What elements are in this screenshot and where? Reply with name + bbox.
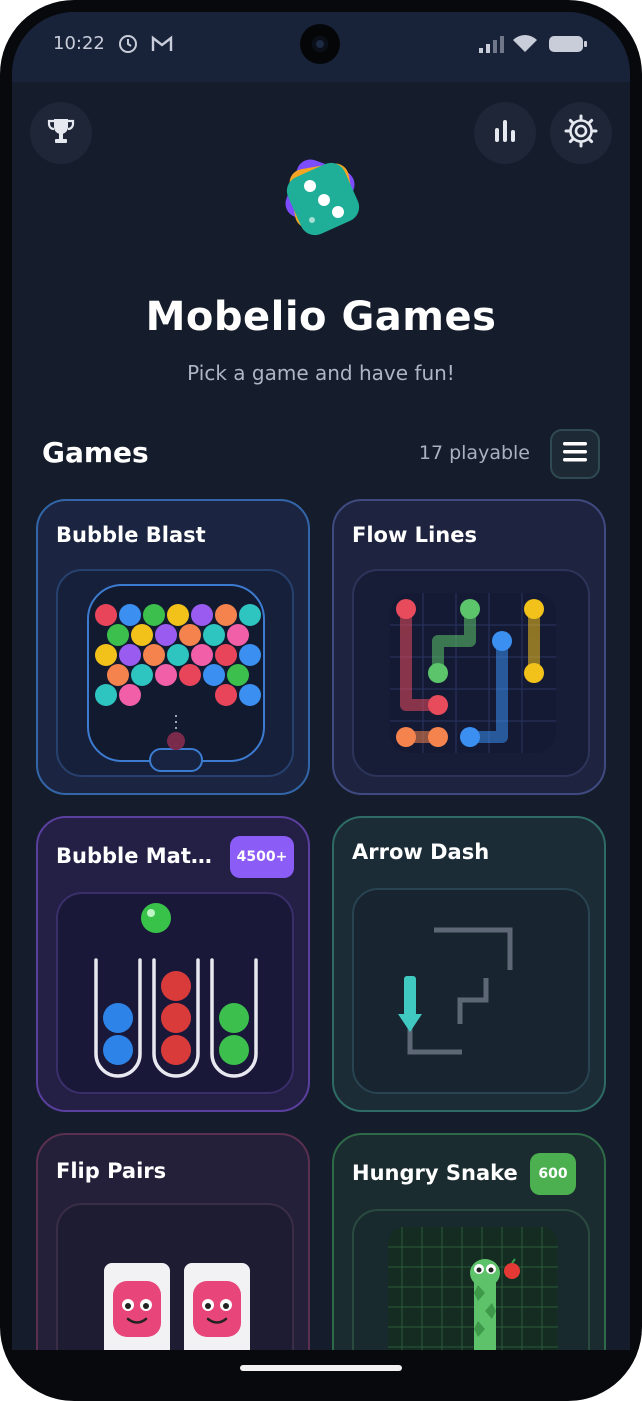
bubble	[215, 604, 237, 626]
game-thumbnail	[56, 892, 294, 1094]
bubble	[107, 624, 129, 646]
bubble	[119, 604, 141, 626]
bubble	[95, 604, 117, 626]
game-card-bubble-match[interactable]: Bubble Mat… 4500+	[36, 816, 310, 1112]
bubble	[95, 684, 117, 706]
bubble	[191, 604, 213, 626]
dice-logo-icon	[274, 152, 370, 248]
bubble	[119, 644, 141, 666]
trophy-icon	[46, 116, 76, 150]
wifi-icon	[512, 34, 538, 58]
gmail-icon	[151, 34, 173, 58]
front-camera	[300, 24, 340, 64]
game-card-bubble-blast[interactable]: Bubble Blast	[36, 499, 310, 795]
game-title: Bubble Blast	[56, 523, 206, 547]
settings-button[interactable]	[550, 102, 612, 164]
leaderboard-trophy-button[interactable]	[30, 102, 92, 164]
game-thumbnail	[56, 1203, 294, 1350]
bubble	[215, 684, 237, 706]
bubble	[227, 624, 249, 646]
game-card-hungry-snake[interactable]: Hungry Snake 600	[332, 1133, 606, 1350]
settings-icon	[564, 114, 598, 152]
game-title: Flip Pairs	[56, 1159, 167, 1183]
status-time: 10:22	[53, 33, 105, 54]
bubble	[179, 624, 201, 646]
bubble	[143, 604, 165, 626]
app-screen: 10:22 Mobelio Games Pick a game and have…	[12, 12, 630, 1350]
bubble	[143, 644, 165, 666]
game-thumbnail	[352, 569, 590, 777]
menu-icon	[562, 441, 588, 467]
bubble	[131, 624, 153, 646]
battery-icon	[548, 34, 588, 58]
bubble	[167, 644, 189, 666]
bubble	[239, 644, 261, 666]
stats-button[interactable]	[474, 102, 536, 164]
bubble	[203, 664, 225, 686]
bubble	[119, 684, 141, 706]
game-title: Bubble Mat…	[56, 844, 212, 868]
game-title: Hungry Snake	[352, 1161, 518, 1185]
games-section-title: Games	[42, 436, 149, 469]
bubble	[203, 624, 225, 646]
view-menu-button[interactable]	[550, 429, 600, 479]
bubble	[179, 664, 201, 686]
playable-count: 17 playable	[418, 442, 530, 464]
bubble	[227, 664, 249, 686]
game-card-flow-lines[interactable]: Flow Lines	[332, 499, 606, 795]
bubble	[191, 644, 213, 666]
bubble	[155, 624, 177, 646]
bubble	[107, 664, 129, 686]
bubble	[95, 644, 117, 666]
bubble	[155, 664, 177, 686]
clock-icon	[118, 34, 138, 58]
high-score-badge: 600	[530, 1153, 576, 1195]
bubble	[239, 684, 261, 706]
high-score-badge: 4500+	[230, 836, 294, 878]
game-card-arrow-dash[interactable]: Arrow Dash	[332, 816, 606, 1112]
app-subtitle: Pick a game and have fun!	[187, 361, 455, 385]
bubble	[131, 664, 153, 686]
game-title: Flow Lines	[352, 523, 477, 547]
app-title: Mobelio Games	[145, 294, 497, 340]
status-bar: 10:22	[12, 12, 630, 82]
game-card-flip-pairs[interactable]: Flip Pairs	[36, 1133, 310, 1350]
home-indicator[interactable]	[240, 1365, 402, 1371]
game-thumbnail	[352, 888, 590, 1094]
bubble	[215, 644, 237, 666]
game-title: Arrow Dash	[352, 840, 490, 864]
bubble	[239, 604, 261, 626]
game-thumbnail	[352, 1209, 590, 1350]
phone-frame: 10:22 Mobelio Games Pick a game and have…	[0, 0, 642, 1401]
bubble	[167, 604, 189, 626]
stats-icon	[490, 116, 520, 150]
game-thumbnail	[56, 569, 294, 777]
signal-icon	[478, 34, 504, 58]
